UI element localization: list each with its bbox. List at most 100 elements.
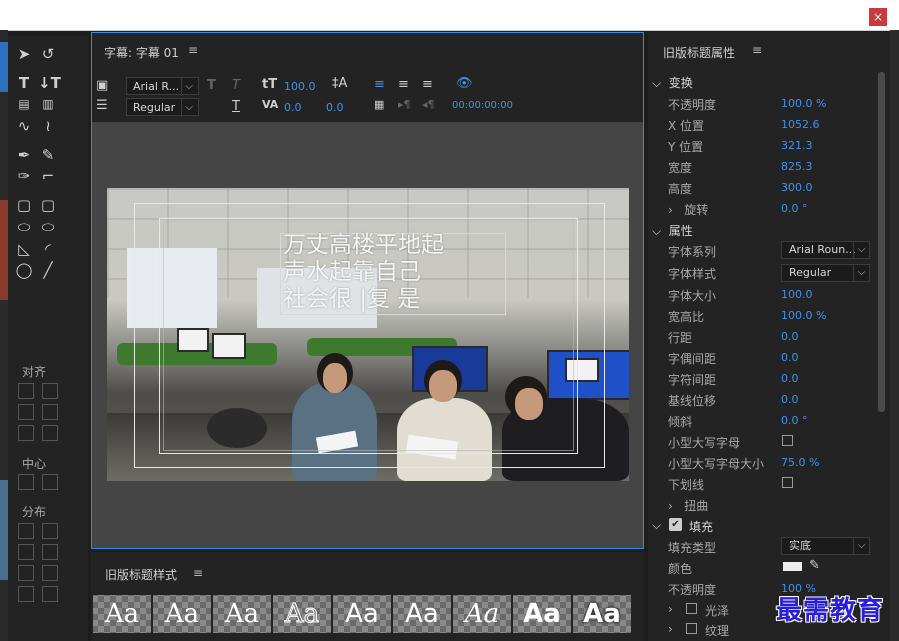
line-tool-icon[interactable]: ╱ <box>38 260 58 280</box>
style-swatch[interactable]: Aa <box>93 595 151 633</box>
distort-row[interactable]: › 扭曲 <box>668 497 708 514</box>
center-horizontal-icon[interactable] <box>18 474 34 490</box>
style-swatch[interactable]: Aa <box>453 595 511 633</box>
y-position-value[interactable]: 321.3 <box>781 139 813 152</box>
underline-icon[interactable]: T <box>232 99 240 114</box>
tab-icon[interactable]: ▦ <box>374 98 384 111</box>
slant-value[interactable]: 0.0 ° <box>781 414 808 427</box>
fill-type-dropdown[interactable]: 实底 ⌵ <box>781 537 870 555</box>
path-type-tool-icon[interactable]: ∿ <box>14 116 34 136</box>
wedge-tool-icon[interactable]: ◺ <box>14 239 34 259</box>
tracking-value[interactable]: 0.0 <box>326 101 344 114</box>
distribute-center-v-icon[interactable] <box>42 544 58 560</box>
x-position-value[interactable]: 1052.6 <box>781 118 820 131</box>
styles-panel-menu-icon[interactable]: ≡ <box>193 566 203 580</box>
italic-icon[interactable]: T <box>232 78 240 93</box>
selection-tool-icon[interactable]: ➤ <box>14 44 34 64</box>
font-family-dropdown[interactable]: Arial Roun... ⌵ <box>781 241 870 259</box>
ellipse-tool-icon[interactable]: ◯ <box>14 260 34 280</box>
style-swatch[interactable]: Aa <box>153 595 211 633</box>
font-size-value[interactable]: 100.0 <box>781 288 813 301</box>
properties-section[interactable]: ⌵ 属性 <box>652 222 693 239</box>
roll-crawl-icon[interactable]: ▣ <box>96 78 108 93</box>
texture-checkbox[interactable] <box>686 623 697 634</box>
align-center-text-icon[interactable]: ≡ <box>398 77 409 92</box>
tab-stops-icon[interactable]: ☰ <box>96 98 108 113</box>
distribute-v-spacing-icon[interactable] <box>42 586 58 602</box>
properties-scrollbar[interactable] <box>878 72 885 412</box>
style-swatch[interactable]: Aa <box>213 595 271 633</box>
align-left-text-icon[interactable]: ≡ <box>374 77 385 92</box>
timecode-value[interactable]: 00:00:00:00 <box>452 100 513 111</box>
align-left-icon[interactable] <box>18 383 34 399</box>
style-swatch[interactable]: Aa <box>513 595 571 633</box>
font-family-select[interactable]: Arial R... ⌵ <box>126 77 199 96</box>
align-top-icon[interactable] <box>42 383 58 399</box>
rounded-rectangle-tool-icon[interactable]: ▢ <box>38 195 58 215</box>
bold-icon[interactable]: T <box>207 78 216 93</box>
styles-panel-title[interactable]: 旧版标题样式 <box>105 566 177 583</box>
tracking-value-prop[interactable]: 0.0 <box>781 372 799 385</box>
font-size-value[interactable]: 100.0 <box>284 80 316 93</box>
sheen-row[interactable]: › <box>668 602 673 616</box>
convert-anchor-tool-icon[interactable]: ⌐ <box>38 166 58 186</box>
leading-value[interactable]: 0.0 <box>781 330 799 343</box>
kerning-value[interactable]: 0.0 <box>284 101 302 114</box>
style-swatch[interactable]: Aa <box>333 595 391 633</box>
style-swatch[interactable]: Aa <box>393 595 451 633</box>
align-center-h-icon[interactable] <box>18 404 34 420</box>
type-tool-icon[interactable]: T <box>14 73 34 93</box>
clipped-corner-tool-icon[interactable]: ⬭ <box>14 217 34 237</box>
height-value[interactable]: 300.0 <box>781 181 813 194</box>
area-type-tool-icon[interactable]: ▤ <box>14 94 34 114</box>
properties-panel-title[interactable]: 旧版标题属性 <box>663 44 735 61</box>
caption-panel-menu-icon[interactable]: ≡ <box>188 43 198 57</box>
style-swatch[interactable]: Aa <box>273 595 331 633</box>
rounded-corner-tool-icon[interactable]: ⬭ <box>38 217 58 237</box>
font-style-dropdown[interactable]: Regular ⌵ <box>781 264 870 282</box>
center-vertical-icon[interactable] <box>42 474 58 490</box>
distribute-bottom-icon[interactable] <box>42 565 58 581</box>
transform-section[interactable]: ⌵ 变换 <box>652 74 693 91</box>
fill-section[interactable]: ⌵ <box>652 518 665 533</box>
arc-tool-icon[interactable]: ◜ <box>38 239 58 259</box>
baseline-value[interactable]: 0.0 <box>781 393 799 406</box>
rotation-value[interactable]: 0.0 ° <box>781 202 808 215</box>
rotate-tool-icon[interactable]: ↺ <box>38 44 58 64</box>
width-value[interactable]: 825.3 <box>781 160 813 173</box>
show-background-video-icon[interactable]: 👁 <box>456 76 473 91</box>
align-right-text-icon[interactable]: ≡ <box>422 77 433 92</box>
align-right-icon[interactable] <box>18 425 34 441</box>
properties-panel-menu-icon[interactable]: ≡ <box>752 43 762 57</box>
vertical-area-type-tool-icon[interactable]: ▥ <box>38 94 58 114</box>
underline-checkbox[interactable] <box>782 477 793 488</box>
caption-line-3[interactable]: 社会很 |复 是 <box>283 286 420 313</box>
aspect-value[interactable]: 100.0 % <box>781 309 826 322</box>
vertical-path-type-tool-icon[interactable]: ≀ <box>38 116 58 136</box>
distribute-right-icon[interactable] <box>18 565 34 581</box>
distribute-center-h-icon[interactable] <box>18 544 34 560</box>
distribute-top-icon[interactable] <box>42 523 58 539</box>
rectangle-tool-icon[interactable]: ▢ <box>14 195 34 215</box>
tab-left-icon[interactable]: ▸¶ <box>398 98 411 111</box>
style-swatch[interactable]: Aa <box>573 595 631 633</box>
fill-checkbox[interactable]: ✔ <box>669 518 682 531</box>
sheen-checkbox[interactable] <box>686 603 697 614</box>
opacity-value[interactable]: 100.0 % <box>781 97 826 110</box>
align-center-v-icon[interactable] <box>42 404 58 420</box>
eyedropper-icon[interactable]: ✎ <box>809 558 820 573</box>
distribute-h-spacing-icon[interactable] <box>18 586 34 602</box>
close-icon[interactable]: × <box>869 8 887 26</box>
add-anchor-tool-icon[interactable]: ✑ <box>14 166 34 186</box>
font-style-select[interactable]: Regular ⌵ <box>126 98 199 117</box>
kerning-value-prop[interactable]: 0.0 <box>781 351 799 364</box>
caption-panel-title[interactable]: 字幕: 字幕 01 <box>104 44 179 61</box>
smallcaps-checkbox[interactable] <box>782 435 793 446</box>
caption-line-2[interactable]: 声水起靠自己 <box>283 259 421 286</box>
texture-row[interactable]: › <box>668 622 673 636</box>
caption-line-1[interactable]: 万丈高楼平地起 <box>283 232 444 259</box>
align-bottom-icon[interactable] <box>42 425 58 441</box>
rotation-row[interactable]: › 旋转 <box>668 201 708 218</box>
smallcaps-size-value[interactable]: 75.0 % <box>781 456 819 469</box>
tab-right-icon[interactable]: ◂¶ <box>422 98 435 111</box>
